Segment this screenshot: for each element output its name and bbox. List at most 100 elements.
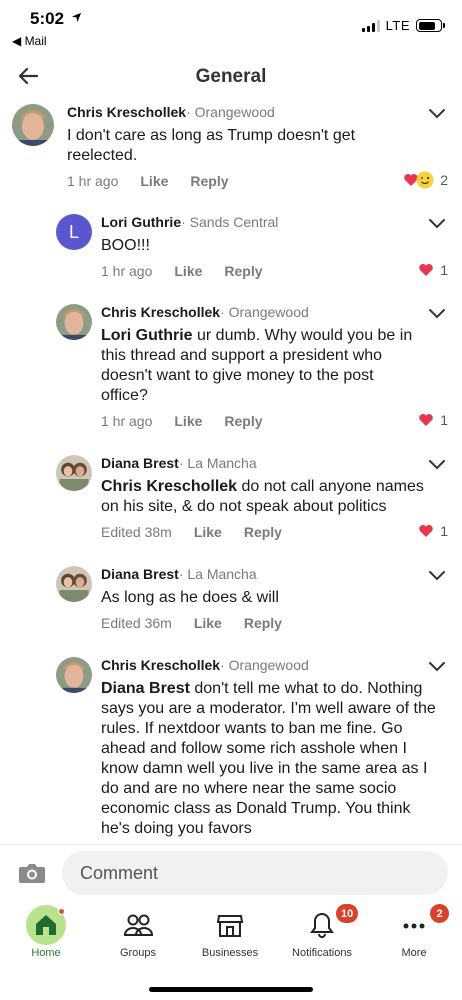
home-indicator: [149, 987, 313, 992]
tab-label: Notifications: [292, 947, 352, 959]
status-bar: 5:02 ◀ Mail LTE: [0, 0, 462, 52]
comment-time: 1 hr ago: [101, 413, 153, 429]
author-neighborhood: · Orangewood: [186, 104, 275, 120]
comment-actions: 1 hr ago Like Reply: [101, 263, 263, 279]
chevron-down-icon[interactable]: [428, 108, 446, 120]
comment-time: 1 hr ago: [101, 263, 153, 279]
home-notification-dot: [58, 908, 65, 915]
camera-icon[interactable]: [18, 862, 46, 884]
chevron-down-icon[interactable]: [428, 459, 446, 471]
comment-actions: 1 hr ago Like Reply: [101, 413, 263, 429]
network-label: LTE: [385, 18, 410, 33]
reply-button[interactable]: Reply: [244, 615, 282, 631]
more-badge: 2: [430, 904, 449, 923]
mention-link[interactable]: Lori Guthrie: [101, 327, 193, 344]
comment-text: I don't care as long as Trump doesn't ge…: [67, 127, 356, 164]
tab-businesses[interactable]: Businesses: [184, 902, 276, 972]
reply-button[interactable]: Reply: [190, 173, 228, 189]
author-name[interactable]: Chris Kreschollek: [101, 304, 220, 320]
page-title: General: [195, 66, 267, 87]
comment-text: Diana Brest don't tell me what to do. No…: [101, 680, 436, 837]
tab-label: More: [401, 947, 427, 959]
page-header: General: [0, 56, 462, 100]
comment-thread[interactable]: Chris Kreschollek· Orangewood I don't ca…: [0, 100, 462, 844]
reaction-count: 1: [440, 412, 448, 428]
avatar[interactable]: [56, 304, 92, 340]
home-icon: [36, 915, 56, 935]
avatar[interactable]: L: [56, 214, 92, 250]
back-to-mail-link[interactable]: ◀ Mail: [12, 34, 47, 48]
comment-text: BOO!!!: [101, 237, 150, 254]
reply-button[interactable]: Reply: [224, 413, 262, 429]
reaction-count: 1: [440, 523, 448, 539]
author-name[interactable]: Chris Kreschollek: [67, 104, 186, 120]
storefront-icon: [216, 915, 244, 937]
author-neighborhood: · La Mancha: [178, 566, 257, 582]
comment-meta: Lori Guthrie· Sands Central: [101, 214, 278, 230]
tab-notifications[interactable]: 10 Notifications: [276, 902, 368, 972]
comment-item: Diana Brest· La Mancha As long as he doe…: [0, 562, 462, 642]
author-name[interactable]: Diana Brest: [101, 566, 179, 582]
comment-meta: Chris Kreschollek· Orangewood: [101, 657, 309, 673]
avatar[interactable]: [12, 104, 54, 146]
mention-link[interactable]: Chris Kreschollek: [101, 478, 237, 495]
reaction-summary[interactable]: 1: [418, 262, 448, 278]
reaction-summary[interactable]: 2: [403, 171, 448, 189]
comment-text: Chris Kreschollek do not call anyone nam…: [101, 478, 424, 515]
comment-meta: Chris Kreschollek· Orangewood: [67, 104, 275, 120]
reply-button[interactable]: Reply: [224, 263, 262, 279]
comment-time: Edited 38m: [101, 524, 172, 540]
chevron-down-icon[interactable]: [428, 661, 446, 673]
comment-meta: Diana Brest· La Mancha: [101, 566, 257, 582]
location-arrow-icon: [71, 12, 81, 23]
comment-actions: 1 hr ago Like Reply: [67, 173, 229, 189]
reply-button[interactable]: Reply: [244, 524, 282, 540]
comment-item: Chris Kreschollek· Orangewood I don't ca…: [0, 100, 462, 200]
comment-meta: Chris Kreschollek· Orangewood: [101, 304, 309, 320]
comment-time: 1 hr ago: [67, 173, 119, 189]
heart-icon: [419, 414, 433, 426]
mention-link[interactable]: Diana Brest: [101, 680, 190, 697]
comment-item: L Lori Guthrie· Sands Central BOO!!! 1 h…: [0, 210, 462, 290]
status-time: 5:02: [30, 9, 82, 29]
comment-item: Chris Kreschollek· Orangewood Lori Guthr…: [0, 300, 462, 440]
comment-actions: Edited 38m Like Reply: [101, 524, 282, 540]
heart-icon: [419, 264, 433, 276]
chevron-down-icon[interactable]: [428, 308, 446, 320]
notifications-badge: 10: [336, 904, 359, 923]
reaction-summary[interactable]: 1: [418, 523, 448, 539]
tab-groups[interactable]: Groups: [92, 902, 184, 972]
tab-more[interactable]: 2 More: [368, 902, 460, 972]
tab-home[interactable]: Home: [0, 902, 92, 972]
bell-icon: [310, 912, 334, 938]
tab-label: Home: [31, 947, 61, 959]
avatar[interactable]: [56, 657, 92, 693]
comment-text: Lori Guthrie ur dumb. Why would you be i…: [101, 327, 413, 404]
battery-icon: [416, 19, 445, 32]
like-button[interactable]: Like: [174, 413, 202, 429]
chevron-down-icon[interactable]: [428, 218, 446, 230]
author-neighborhood: · La Mancha: [178, 455, 257, 471]
status-icons: LTE: [361, 18, 445, 33]
chevron-down-icon[interactable]: [428, 570, 446, 582]
author-neighborhood: · Orangewood: [220, 657, 309, 673]
bottom-tab-bar: Home Groups Businesses 10 Notifications …: [0, 902, 462, 1000]
like-button[interactable]: Like: [194, 615, 222, 631]
wink-emoji-icon: [416, 171, 434, 189]
signal-icon: [361, 19, 380, 32]
like-button[interactable]: Like: [194, 524, 222, 540]
reaction-summary[interactable]: 1: [418, 412, 448, 428]
avatar[interactable]: [56, 455, 92, 491]
author-name[interactable]: Lori Guthrie: [101, 214, 181, 230]
author-neighborhood: · Sands Central: [181, 214, 279, 230]
like-button[interactable]: Like: [174, 263, 202, 279]
author-name[interactable]: Chris Kreschollek: [101, 657, 220, 673]
author-neighborhood: · Orangewood: [220, 304, 309, 320]
author-name[interactable]: Diana Brest: [101, 455, 179, 471]
avatar[interactable]: [56, 566, 92, 602]
groups-icon: [123, 914, 153, 936]
comment-input[interactable]: [62, 851, 448, 895]
comment-time: Edited 36m: [101, 615, 172, 631]
tab-label: Businesses: [201, 947, 259, 959]
like-button[interactable]: Like: [140, 173, 168, 189]
